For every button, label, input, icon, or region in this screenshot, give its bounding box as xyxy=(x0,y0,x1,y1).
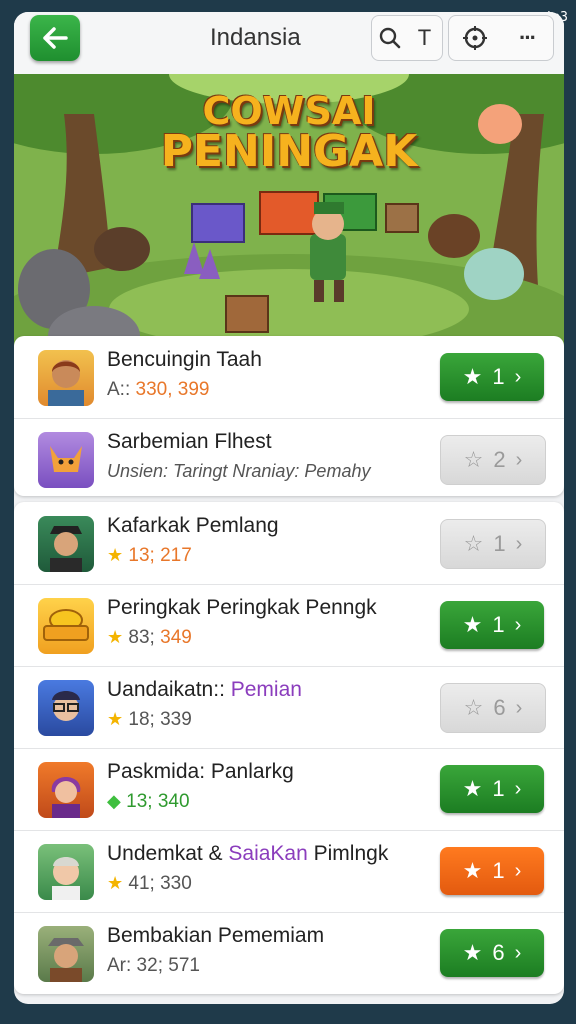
chevron-right-icon: › xyxy=(514,859,522,882)
list-item-score: A:: 330, 399 xyxy=(107,379,210,400)
settings-group: ··· xyxy=(448,15,554,61)
fox-portrait-icon xyxy=(50,446,82,472)
avatar xyxy=(38,926,94,982)
list-item[interactable]: Sarbemian Flhest Unsien: Taringt Nraniay… xyxy=(14,418,564,500)
hero-title-line2: PENINGAK xyxy=(160,126,418,177)
avatar xyxy=(38,516,94,572)
list-item-name: Paskmida: Panlarkg xyxy=(107,760,294,783)
avatar xyxy=(38,350,94,406)
rank-button[interactable]: ★ 1 › xyxy=(440,353,544,401)
gem-icon: ◆ xyxy=(107,791,121,811)
star-icon: ★ xyxy=(107,545,124,565)
leaderboard-list: Kafarkak Pemlang ★ 13; 217 ☆ 1 › Peringk… xyxy=(14,502,564,994)
list-item-name: Bencuingin Taah xyxy=(107,348,262,371)
rank-button[interactable]: ★ 6 › xyxy=(440,929,544,977)
star-icon: ☆ xyxy=(463,531,484,556)
chevron-right-icon: › xyxy=(515,532,523,555)
list-item-score: ★ 41; 330 xyxy=(107,873,192,894)
list-item-name: Peringkak Peringkak Penngk xyxy=(107,596,377,619)
search-icon xyxy=(379,27,400,49)
list-item-name: Bembakian Pememiam xyxy=(107,924,325,947)
rank-value: 1 xyxy=(492,612,505,637)
rank-button[interactable]: ☆ 1 › xyxy=(440,519,546,569)
crosshair-icon xyxy=(463,26,487,50)
list-item-score: ★ 83; 349 xyxy=(107,627,192,648)
avatar xyxy=(38,598,94,654)
more-options-button[interactable]: ··· xyxy=(501,20,553,56)
star-icon: ★ xyxy=(462,858,483,883)
list-item-name: Sarbemian Flhest xyxy=(107,430,272,453)
rank-value: 1 xyxy=(493,531,506,556)
text-tool-button[interactable]: T xyxy=(407,20,442,56)
player-portrait-icon xyxy=(50,526,82,572)
hero-banner: COWSAI PENINGAK xyxy=(14,74,564,346)
text-tool-label: T xyxy=(417,25,432,50)
rank-button[interactable]: ★ 1 › xyxy=(440,601,544,649)
target-button[interactable] xyxy=(449,20,501,56)
star-icon: ★ xyxy=(107,709,124,729)
player-portrait-icon xyxy=(48,938,84,982)
player-portrait-icon xyxy=(52,691,80,721)
chevron-right-icon: › xyxy=(514,613,522,636)
player-portrait-icon xyxy=(52,857,80,900)
rank-button[interactable]: ☆ 2 › xyxy=(440,435,546,485)
avatar xyxy=(38,680,94,736)
list-item[interactable]: Bencuingin Taah A:: 330, 399 ★ 1 › xyxy=(14,336,564,419)
list-item[interactable]: Uandaikatn:: Pemian ★ 18; 339 ☆ 6 › xyxy=(14,666,564,749)
list-item-score: ◆ 13; 340 xyxy=(107,791,190,812)
avatar xyxy=(38,432,94,488)
chevron-right-icon: › xyxy=(514,365,522,388)
rank-value: 1 xyxy=(492,858,505,883)
list-item[interactable]: Paskmida: Panlarkg ◆ 13; 340 ★ 1 › xyxy=(14,748,564,831)
rank-button[interactable]: ★ 1 › xyxy=(440,765,544,813)
chevron-right-icon: › xyxy=(515,696,523,719)
star-icon: ★ xyxy=(107,873,124,893)
list-item[interactable]: Peringkak Peringkak Penngk ★ 83; 349 ★ 1… xyxy=(14,584,564,667)
star-icon: ★ xyxy=(462,776,483,801)
app-frame: Indansia T ··· COWSAI PENINGAK Bencuingi… xyxy=(14,12,564,1004)
list-item-name: Undemkat & SaiaKan Pimlngk xyxy=(107,842,389,865)
hero-title: COWSAI PENINGAK xyxy=(144,92,434,174)
top-bar: Indansia T ··· xyxy=(14,12,564,74)
list-item[interactable]: Bembakian Pememiam Ar: 32; 571 ★ 6 › xyxy=(14,912,564,994)
rank-button[interactable]: ☆ 6 › xyxy=(440,683,546,733)
chevron-right-icon: › xyxy=(514,941,522,964)
star-icon: ★ xyxy=(462,940,483,965)
star-icon: ☆ xyxy=(463,695,484,720)
arrow-left-icon xyxy=(43,27,68,49)
list-item-score: Ar: 32; 571 xyxy=(107,955,200,976)
page-title: Indansia xyxy=(210,24,301,51)
chevron-right-icon: › xyxy=(514,777,522,800)
back-button[interactable] xyxy=(30,15,80,61)
rank-value: 6 xyxy=(492,940,505,965)
featured-list: Bencuingin Taah A:: 330, 399 ★ 1 › Sarbe… xyxy=(14,336,564,496)
treasure-badge-icon xyxy=(43,609,89,641)
rank-value: 1 xyxy=(492,364,505,389)
list-item-subtitle: Unsien: Taringt Nraniay: Pemahy xyxy=(107,461,371,481)
list-item[interactable]: Kafarkak Pemlang ★ 13; 217 ☆ 1 › xyxy=(14,502,564,585)
hero-title-line1: COWSAI xyxy=(202,89,376,133)
rank-value: 6 xyxy=(493,695,506,720)
avatar xyxy=(38,844,94,900)
more-icon: ··· xyxy=(519,25,537,50)
rank-value: 2 xyxy=(493,447,506,472)
star-icon: ★ xyxy=(462,612,483,637)
avatar xyxy=(38,762,94,818)
list-item-score: ★ 18; 339 xyxy=(107,709,192,730)
star-icon: ☆ xyxy=(463,447,484,472)
chevron-right-icon: › xyxy=(515,448,523,471)
player-portrait-icon xyxy=(48,360,84,406)
search-button[interactable] xyxy=(372,20,407,56)
rank-button[interactable]: ★ 1 › xyxy=(440,847,544,895)
search-tools-group: T xyxy=(371,15,443,61)
list-item-name: Uandaikatn:: Pemian xyxy=(107,678,302,701)
list-item-name: Kafarkak Pemlang xyxy=(107,514,279,537)
star-icon: ★ xyxy=(462,364,483,389)
star-icon: ★ xyxy=(107,627,124,647)
list-item-score: ★ 13; 217 xyxy=(107,545,192,566)
player-portrait-icon xyxy=(51,777,81,818)
list-item[interactable]: Undemkat & SaiaKan Pimlngk ★ 41; 330 ★ 1… xyxy=(14,830,564,913)
rank-value: 1 xyxy=(492,776,505,801)
